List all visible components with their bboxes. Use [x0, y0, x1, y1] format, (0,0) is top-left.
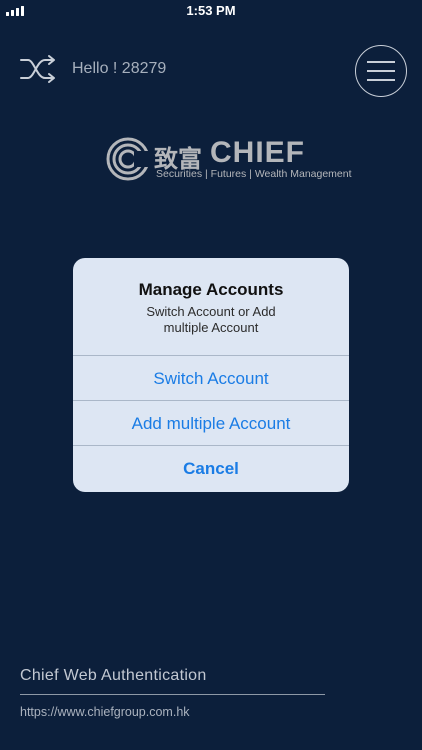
- cancel-button[interactable]: Cancel: [73, 446, 349, 491]
- dialog-title: Manage Accounts: [138, 280, 284, 299]
- manage-accounts-dialog: Manage Accounts Switch Account or Add mu…: [73, 258, 349, 492]
- dialog-header: Manage Accounts Switch Account or Add mu…: [73, 258, 349, 356]
- switch-account-button[interactable]: Switch Account: [73, 356, 349, 401]
- add-multiple-account-button[interactable]: Add multiple Account: [73, 401, 349, 446]
- dialog-message: Switch Account or Add multiple Account: [146, 304, 276, 335]
